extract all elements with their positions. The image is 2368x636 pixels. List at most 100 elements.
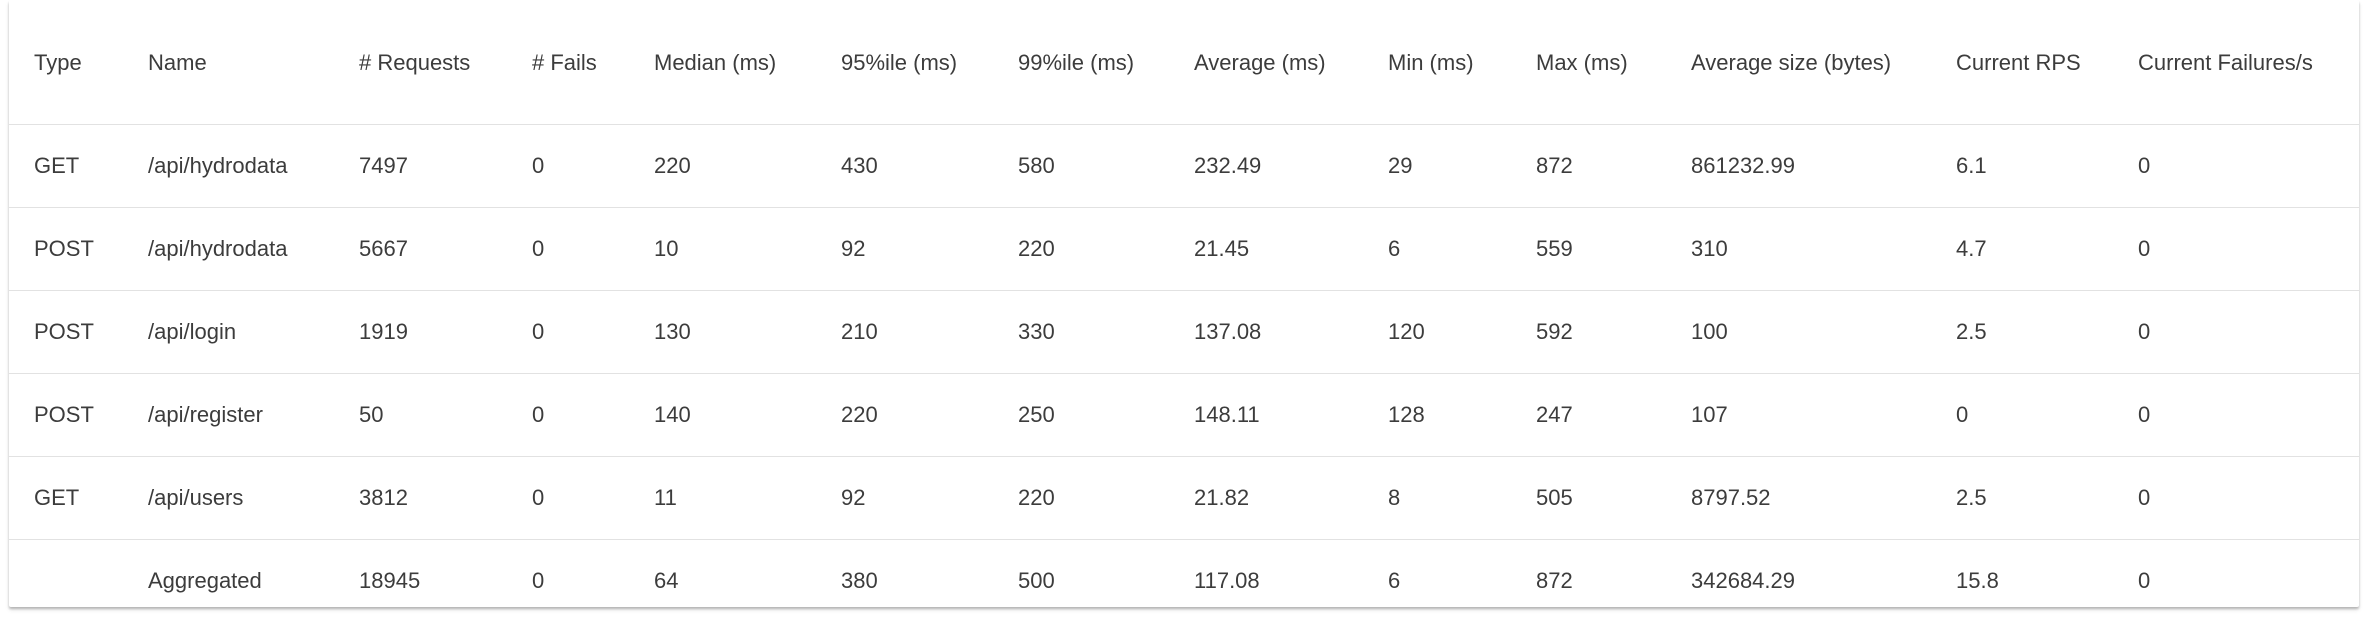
cell-name: /api/hydrodata	[148, 152, 288, 178]
cell-min: 29	[1388, 152, 1413, 178]
cell-average: 21.45	[1194, 235, 1250, 261]
column-header-median[interactable]: Median (ms)	[629, 0, 816, 124]
column-header-95-percentile[interactable]: 95%ile (ms)	[816, 0, 993, 124]
cell-average-size: 100	[1691, 318, 1728, 344]
cell-min: 128	[1388, 401, 1425, 427]
cell-requests: 1919	[359, 318, 408, 344]
cell-average-size: 342684.29	[1691, 567, 1795, 593]
cell-99-percentile: 330	[1018, 318, 1055, 344]
cell-average-size: 861232.99	[1691, 152, 1795, 178]
column-header-fails[interactable]: # Fails	[507, 0, 629, 124]
cell-current-failures: 0	[2138, 484, 2151, 510]
table-row: GET /api/users 3812 0 11 92 220 21.82 8 …	[9, 456, 2359, 539]
cell-95-percentile: 430	[841, 152, 878, 178]
cell-min: 6	[1388, 235, 1401, 261]
cell-type: POST	[34, 318, 94, 344]
cell-current-failures: 0	[2138, 152, 2151, 178]
cell-requests: 3812	[359, 484, 408, 510]
column-header-average-size[interactable]: Average size (bytes)	[1666, 0, 1931, 124]
cell-median: 11	[654, 484, 677, 510]
cell-type: POST	[34, 235, 94, 261]
cell-min: 8	[1388, 484, 1401, 510]
cell-max: 247	[1536, 401, 1573, 427]
cell-name: /api/users	[148, 484, 244, 510]
cell-current-rps: 4.7	[1956, 235, 1987, 261]
cell-max: 872	[1536, 152, 1573, 178]
table-row-aggregated: Aggregated 18945 0 64 380 500 117.08 6 8…	[9, 539, 2359, 622]
cell-fails: 0	[532, 152, 545, 178]
cell-average: 117.08	[1194, 567, 1260, 593]
column-header-average[interactable]: Average (ms)	[1169, 0, 1363, 124]
column-header-type[interactable]: Type	[9, 0, 123, 124]
cell-current-rps: 2.5	[1956, 318, 1987, 344]
cell-average: 21.82	[1194, 484, 1250, 510]
column-header-max[interactable]: Max (ms)	[1511, 0, 1666, 124]
cell-99-percentile: 250	[1018, 401, 1055, 427]
column-header-min[interactable]: Min (ms)	[1363, 0, 1511, 124]
table-row: POST /api/login 1919 0 130 210 330 137.0…	[9, 290, 2359, 373]
cell-current-rps: 2.5	[1956, 484, 1987, 510]
cell-name: Aggregated	[148, 567, 262, 593]
cell-median: 140	[654, 401, 691, 427]
cell-type: GET	[34, 152, 80, 178]
cell-fails: 0	[532, 567, 545, 593]
column-header-requests[interactable]: # Requests	[334, 0, 507, 124]
cell-95-percentile: 92	[841, 235, 866, 261]
statistics-panel: Type Name # Requests # Fails Median (ms)…	[9, 0, 2359, 607]
cell-95-percentile: 220	[841, 401, 878, 427]
cell-fails: 0	[532, 401, 545, 427]
cell-type	[9, 539, 123, 622]
table-row: POST /api/hydrodata 5667 0 10 92 220 21.…	[9, 207, 2359, 290]
cell-median: 130	[654, 318, 691, 344]
cell-fails: 0	[532, 484, 545, 510]
cell-95-percentile: 210	[841, 318, 878, 344]
cell-type: POST	[34, 401, 94, 427]
cell-average: 232.49	[1194, 152, 1262, 178]
cell-median: 220	[654, 152, 691, 178]
cell-current-failures: 0	[2138, 318, 2151, 344]
cell-current-rps: 6.1	[1956, 152, 1987, 178]
cell-name: /api/hydrodata	[148, 235, 288, 261]
cell-99-percentile: 220	[1018, 484, 1055, 510]
table-row: GET /api/hydrodata 7497 0 220 430 580 23…	[9, 124, 2359, 207]
cell-99-percentile: 500	[1018, 567, 1055, 593]
cell-95-percentile: 380	[841, 567, 878, 593]
cell-99-percentile: 220	[1018, 235, 1055, 261]
table-row: POST /api/register 50 0 140 220 250 148.…	[9, 373, 2359, 456]
cell-current-failures: 0	[2138, 567, 2151, 593]
cell-median: 10	[654, 235, 679, 261]
cell-requests: 5667	[359, 235, 408, 261]
column-header-current-rps[interactable]: Current RPS	[1931, 0, 2113, 124]
cell-fails: 0	[532, 235, 545, 261]
cell-max: 505	[1536, 484, 1573, 510]
cell-current-rps: 0	[1956, 401, 1969, 427]
cell-requests: 7497	[359, 152, 408, 178]
cell-max: 872	[1536, 567, 1573, 593]
cell-name: /api/register	[148, 401, 263, 427]
column-header-99-percentile[interactable]: 99%ile (ms)	[993, 0, 1169, 124]
column-header-current-failures[interactable]: Current Failures/s	[2113, 0, 2359, 124]
cell-max: 559	[1536, 235, 1573, 261]
cell-current-rps: 15.8	[1956, 567, 1999, 593]
cell-average-size: 107	[1691, 401, 1728, 427]
cell-average-size: 310	[1691, 235, 1728, 261]
cell-95-percentile: 92	[841, 484, 866, 510]
cell-average: 137.08	[1194, 318, 1262, 344]
cell-min: 6	[1388, 567, 1401, 593]
cell-median: 64	[654, 567, 679, 593]
cell-requests: 18945	[359, 567, 421, 593]
cell-current-failures: 0	[2138, 401, 2151, 427]
cell-name: /api/login	[148, 318, 237, 344]
cell-current-failures: 0	[2138, 235, 2151, 261]
cell-fails: 0	[532, 318, 545, 344]
table-header-row: Type Name # Requests # Fails Median (ms)…	[9, 0, 2359, 124]
request-statistics-table: Type Name # Requests # Fails Median (ms)…	[9, 0, 2359, 622]
cell-average-size: 8797.52	[1691, 484, 1771, 510]
cell-type: GET	[34, 484, 80, 510]
cell-99-percentile: 580	[1018, 152, 1055, 178]
cell-requests: 50	[359, 401, 384, 427]
cell-min: 120	[1388, 318, 1425, 344]
cell-average: 148.11	[1194, 401, 1260, 427]
column-header-name[interactable]: Name	[123, 0, 334, 124]
cell-max: 592	[1536, 318, 1573, 344]
